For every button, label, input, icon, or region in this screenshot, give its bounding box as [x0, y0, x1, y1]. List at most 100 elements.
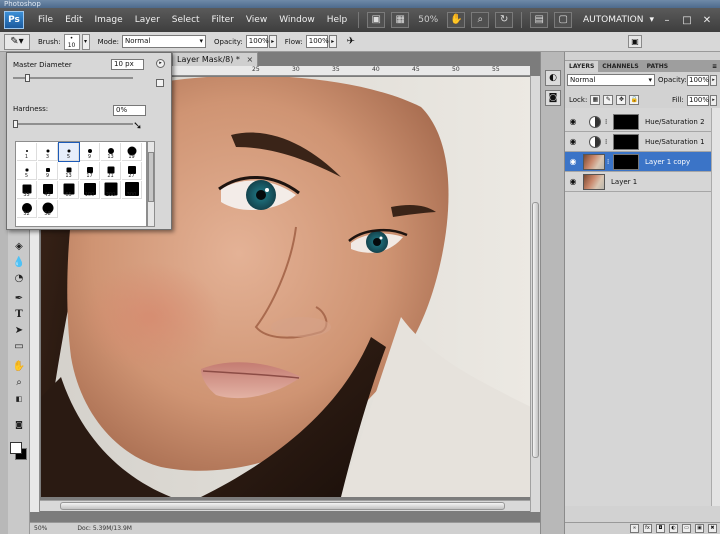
hand-tool-icon[interactable]: ✋ — [447, 12, 466, 28]
vertical-scroll-thumb[interactable] — [532, 202, 539, 458]
master-diameter-slider[interactable] — [13, 74, 133, 82]
menu-select[interactable]: Select — [166, 8, 206, 32]
layer-name[interactable]: Layer 1 — [611, 177, 637, 187]
trash-icon[interactable]: ✖ — [708, 524, 717, 533]
maximize-button[interactable]: □ — [680, 15, 694, 26]
mask-link-icon[interactable]: ⁞ — [607, 158, 612, 166]
brush-grid-scroll-thumb[interactable] — [148, 152, 154, 202]
panel-menu-icon[interactable]: ≡ — [712, 61, 717, 72]
workspace-switcher[interactable]: AUTOMATION ▾ – □ ✕ — [583, 15, 720, 26]
dodge-tool-icon[interactable]: ◔ — [11, 272, 27, 286]
zoom-tool-icon[interactable]: ⌕ — [471, 12, 490, 28]
new-layer-icon[interactable]: ▣ — [695, 524, 704, 533]
brush-menu-button[interactable]: ▸ — [156, 59, 165, 68]
opacity-field[interactable]: 100% — [245, 35, 269, 48]
visibility-eye-icon[interactable]: ◉ — [568, 137, 578, 147]
brush-preset-cell[interactable]: 100 — [80, 181, 100, 199]
bridge-icon[interactable]: ▣ — [367, 12, 386, 28]
screen-mode-icon[interactable]: ▢ — [554, 12, 573, 28]
shape-tool-icon[interactable]: ▭ — [11, 340, 27, 354]
master-diameter-slider-knob[interactable] — [24, 74, 30, 82]
brush-preset-cell[interactable]: 21 — [101, 162, 121, 180]
group-icon[interactable]: ▭ — [682, 524, 691, 533]
paint-bucket-tool-icon[interactable]: ◈ — [11, 240, 27, 254]
brush-preset-cell[interactable]: 58 — [38, 200, 58, 218]
menu-window[interactable]: Window — [273, 8, 321, 32]
layer-opacity-slider-toggle[interactable]: ▸ — [710, 75, 717, 86]
tab-paths[interactable]: PATHS — [643, 61, 672, 72]
adjustment-layer-icon[interactable]: ◐ — [669, 524, 678, 533]
minimize-button[interactable]: – — [660, 15, 674, 26]
rotate-view-icon[interactable]: ↻ — [495, 12, 514, 28]
lock-pixels-icon[interactable]: ✎ — [603, 95, 614, 105]
close-button[interactable]: ✕ — [700, 15, 714, 26]
brush-preset-cell[interactable]: 27 — [122, 162, 142, 180]
horizontal-scroll-thumb[interactable] — [60, 502, 505, 510]
tab-channels[interactable]: CHANNELS — [598, 61, 642, 72]
brush-panel-icon[interactable]: ▣ — [628, 35, 642, 48]
blur-tool-icon[interactable]: 💧 — [11, 256, 27, 270]
zoom-level[interactable]: 50% — [412, 15, 444, 25]
view-extras-icon[interactable]: ▦ — [391, 12, 410, 28]
hardness-field[interactable]: 0% — [113, 105, 146, 116]
brush-preset-cell[interactable]: 52 — [17, 200, 37, 218]
menu-layer[interactable]: Layer — [129, 8, 166, 32]
opacity-slider-toggle[interactable]: ▸ — [268, 35, 277, 48]
brush-preset-cell[interactable]: 5 — [17, 162, 37, 180]
layer-thumbnail[interactable] — [583, 174, 605, 190]
tab-layers[interactable]: LAYERS — [565, 61, 599, 72]
visibility-eye-icon[interactable]: ◉ — [568, 157, 578, 167]
layer-mask-thumbnail[interactable] — [613, 154, 639, 170]
zoom-tool-icon[interactable]: ⌕ — [11, 376, 27, 390]
lock-position-icon[interactable]: ✥ — [616, 95, 627, 105]
histogram-icon[interactable]: ◙ — [545, 90, 561, 106]
link-layers-icon[interactable]: ∞ — [630, 524, 639, 533]
default-colors-icon[interactable]: ◧ — [11, 392, 27, 406]
master-diameter-field[interactable]: 10 px — [111, 59, 144, 70]
navigator-icon[interactable]: ◐ — [545, 70, 561, 86]
brush-preset-cell[interactable]: 9 — [80, 143, 100, 161]
layer-name[interactable]: Hue/Saturation 1 — [645, 137, 705, 147]
visibility-eye-icon[interactable]: ◉ — [568, 177, 578, 187]
hand-tool-icon[interactable]: ✋ — [11, 360, 27, 374]
brush-preset-cell[interactable]: 200 — [101, 181, 121, 199]
brush-preset-cell[interactable]: 65 — [59, 181, 79, 199]
document-tab[interactable]: Layer Mask/8) * × — [172, 52, 259, 66]
brush-preset-cell[interactable]: 1 — [17, 143, 37, 161]
brush-tool-icon[interactable]: ✎▾ — [4, 33, 30, 50]
menu-view[interactable]: View — [240, 8, 273, 32]
brush-preset-cell[interactable]: 35 — [17, 181, 37, 199]
new-preset-icon[interactable] — [156, 79, 164, 87]
foreground-color-swatch[interactable] — [10, 442, 22, 454]
mask-link-icon[interactable]: ⁞ — [605, 118, 610, 126]
pen-tool-icon[interactable]: ✒ — [11, 292, 27, 306]
menu-file[interactable]: File — [32, 8, 59, 32]
brush-picker-toggle[interactable]: ▾ — [81, 33, 90, 50]
status-zoom[interactable]: 50% — [34, 525, 47, 532]
brush-preset-cell[interactable]: 45 — [38, 181, 58, 199]
layer-row[interactable]: ◉ ⁞ Hue/Saturation 1 — [565, 132, 711, 152]
layer-mask-thumbnail[interactable] — [613, 114, 639, 130]
hardness-slider[interactable] — [13, 120, 133, 128]
brush-preset-cell[interactable]: 300 — [122, 181, 142, 199]
fill-field[interactable]: 100% — [687, 95, 709, 106]
layer-row[interactable]: ◉ ⁞ Layer 1 copy — [565, 152, 711, 172]
brush-preset-cell[interactable]: 5 — [58, 142, 80, 162]
layer-opacity-field[interactable]: 100% — [687, 75, 709, 86]
brush-preset-cell[interactable]: 19 — [122, 143, 142, 161]
vertical-scrollbar[interactable] — [530, 76, 540, 512]
blend-mode-select[interactable]: Normal — [567, 74, 655, 86]
flow-slider-toggle[interactable]: ▸ — [328, 35, 337, 48]
path-select-tool-icon[interactable]: ➤ — [11, 324, 27, 338]
close-icon[interactable]: × — [246, 55, 253, 64]
menu-filter[interactable]: Filter — [206, 8, 240, 32]
brush-grid-scrollbar[interactable] — [147, 141, 155, 227]
visibility-eye-icon[interactable]: ◉ — [568, 117, 578, 127]
brush-preset-cell[interactable]: 13 — [59, 162, 79, 180]
menu-image[interactable]: Image — [89, 8, 129, 32]
arrange-documents-icon[interactable]: ▤ — [530, 12, 549, 28]
brush-preset-cell[interactable]: 13 — [101, 143, 121, 161]
brush-preset-cell[interactable]: 17 — [80, 162, 100, 180]
brush-preset-cell[interactable]: 3 — [38, 143, 58, 161]
brush-preset-cell[interactable]: 9 — [38, 162, 58, 180]
